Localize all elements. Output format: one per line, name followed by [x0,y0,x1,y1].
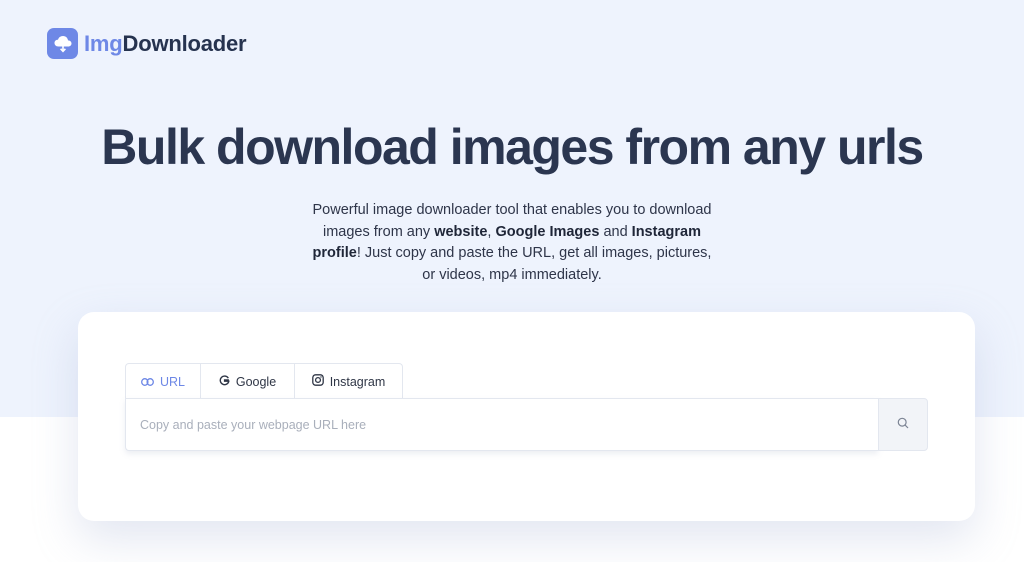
description-bold-google-images: Google Images [495,223,600,240]
tab-instagram[interactable]: Instagram [294,363,403,399]
link-icon [141,375,154,389]
tab-url[interactable]: URL [125,363,201,399]
brand-name-part1: Img [84,30,123,56]
instagram-icon [311,374,324,389]
page-title: Bulk download images from any urls [101,119,924,175]
search-bar [125,398,928,451]
description-text-3: and [599,223,632,240]
tab-google-label: Google [235,374,277,389]
tab-instagram-label: Instagram [329,374,386,389]
google-icon [219,374,230,389]
hero-description: Powerful image downloader tool that enab… [312,200,712,286]
downloader-card: URL Google Instagram [78,312,975,521]
source-tabs: URL Google Instagram [125,363,403,399]
cloud-download-icon [47,28,78,59]
logo[interactable]: ImgDownloader [47,28,247,59]
brand-name-part2: Downloader [122,30,247,56]
brand-name: ImgDownloader [84,30,247,57]
url-input[interactable] [125,398,878,451]
search-button[interactable] [878,398,928,451]
search-icon [897,416,909,434]
tab-google[interactable]: Google [200,363,295,399]
description-bold-website: website [434,223,488,240]
tab-url-label: URL [159,374,185,389]
description-text-4: ! Just copy and paste the URL, get all i… [356,245,712,283]
